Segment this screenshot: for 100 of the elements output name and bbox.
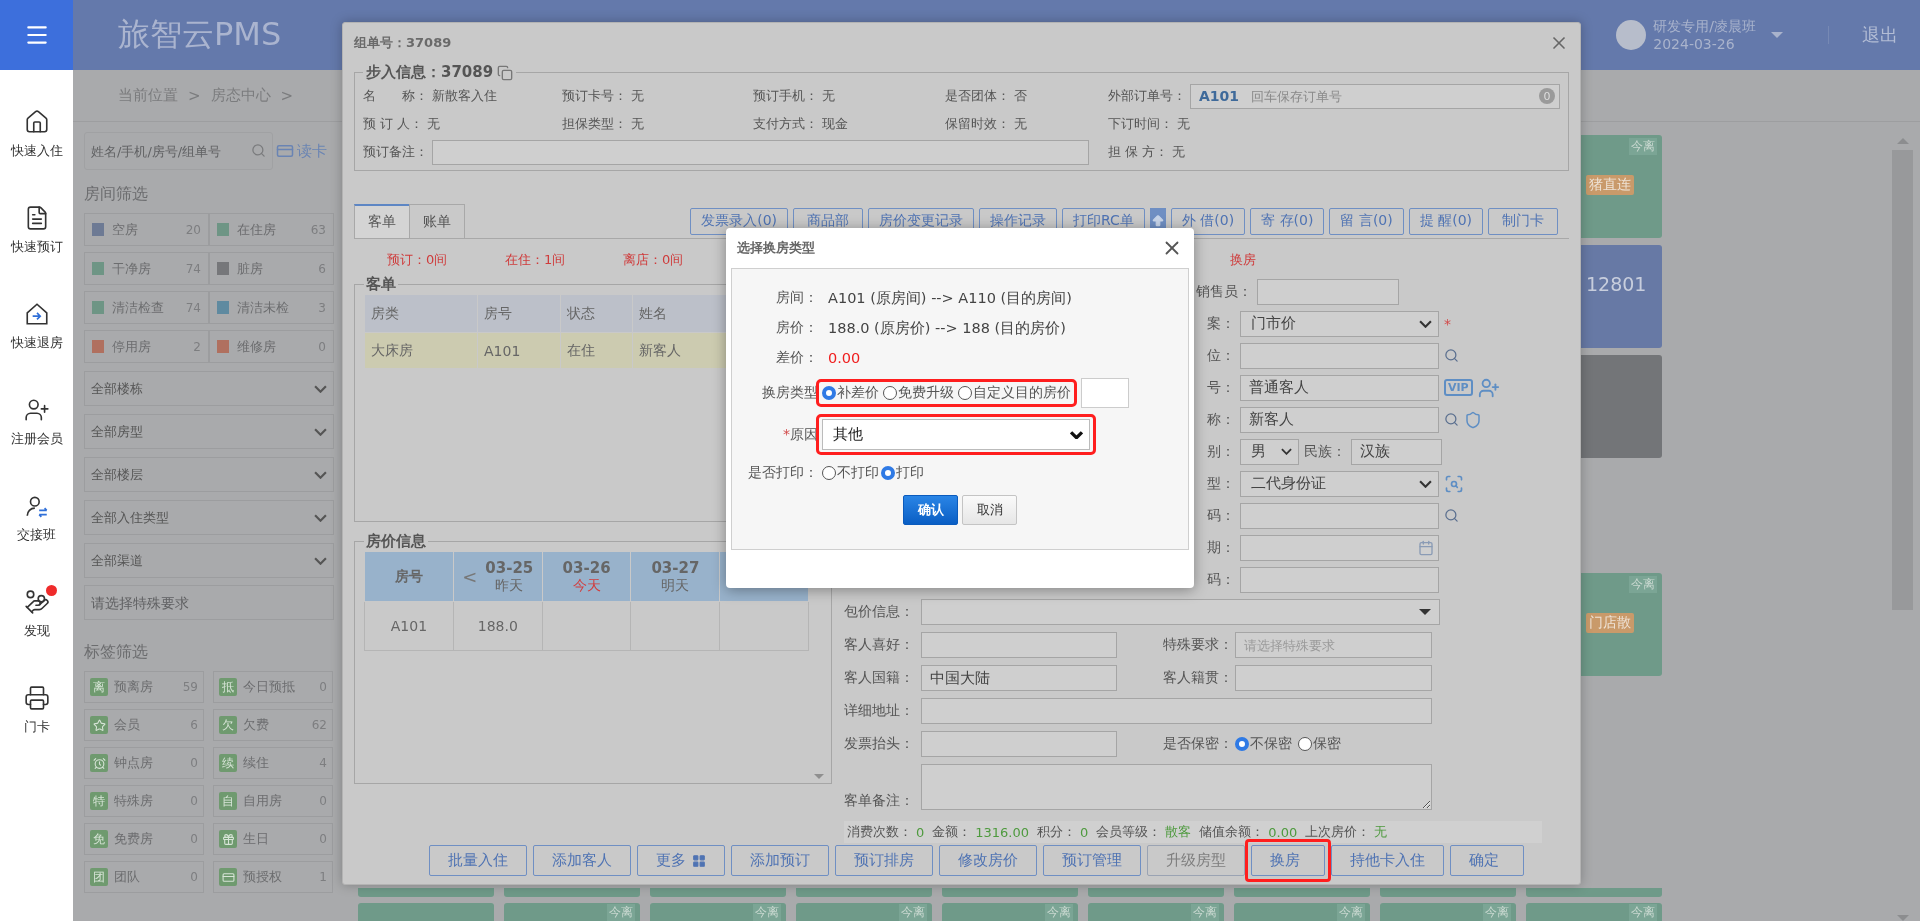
nav-item[interactable]: 快速退房 [0,278,73,374]
action-button[interactable]: 更多 [637,845,725,876]
scroll-down-icon[interactable] [814,774,824,779]
table-cell[interactable]: 大床房 [364,332,478,369]
action-button[interactable]: 批量入住 [429,845,527,876]
tab[interactable]: 客单 [354,204,410,238]
nav-item[interactable]: 注册会员 [0,374,73,470]
read-card-link[interactable]: 读卡 [276,141,327,161]
toolbar-button[interactable]: 留 言(0) [1329,207,1404,235]
search-icon[interactable] [1444,508,1459,523]
nav-item[interactable]: 交接班 [0,470,73,566]
input-field[interactable] [921,632,1117,658]
room-card[interactable]: 今离 [1380,903,1516,921]
date-field[interactable] [1240,534,1439,561]
tag-badge: 免 [90,830,108,848]
room-card[interactable]: 今离 [1088,903,1224,921]
input-field[interactable] [1257,278,1399,305]
dropdown[interactable] [921,599,1440,625]
reason-dropdown[interactable]: 其他 [822,419,1090,450]
action-button[interactable]: 添加预订 [731,845,829,876]
action-button[interactable]: 确定 [1450,845,1524,876]
nav-item[interactable]: 门卡 [0,662,73,758]
caret-icon[interactable] [1771,32,1783,38]
action-button[interactable]: 持他卡入住 [1331,845,1444,876]
dropdown[interactable]: 男 [1240,438,1299,465]
action-button[interactable]: 修改房价 [939,845,1037,876]
remark-field[interactable] [432,139,1089,165]
radio-button[interactable] [881,466,895,480]
radio-option[interactable]: 免费升级 [883,384,954,402]
menu-button[interactable] [0,0,73,70]
radio-option[interactable]: 补差价 [822,384,879,402]
summary-value: 0.00 [1268,824,1298,840]
input-field[interactable] [921,731,1117,757]
room-card[interactable]: 今离 [504,903,640,921]
search-field[interactable]: 姓名/手机/房号/组单号 [84,132,273,170]
dropdown[interactable]: 门市价 [1240,310,1439,337]
room-card[interactable]: 今离 [650,903,786,921]
radio-button[interactable] [1298,737,1312,751]
filter-dropdown[interactable]: 全部楼层 [84,457,334,492]
radio-option[interactable]: 不打印 [822,464,879,482]
order-number-input[interactable]: 回车保存订单号 [1249,85,1529,107]
radio-button[interactable] [822,466,836,480]
action-button[interactable]: 预订管理 [1043,845,1141,876]
nav-item[interactable]: 快速入住 [0,86,73,182]
filter-dropdown[interactable]: 全部楼栋 [84,371,334,406]
input-field[interactable]: 汉族 [1351,438,1442,465]
copy-icon[interactable] [497,64,514,81]
input-field[interactable]: 普通客人 [1240,374,1439,401]
id-scan-icon[interactable] [1444,473,1464,494]
action-button[interactable]: 换房 [1251,845,1325,876]
nav-item[interactable]: 发现 [0,566,73,662]
filter-dropdown[interactable]: 全部房型 [84,414,334,449]
input-field[interactable] [1240,502,1439,529]
table-cell[interactable]: 在住 [560,332,633,369]
input-field[interactable] [1235,665,1432,691]
nav-item[interactable]: 快速预订 [0,182,73,278]
toolbar-button[interactable]: 制门卡 [1488,207,1558,235]
radio-button[interactable] [958,386,972,400]
order-number-field[interactable]: A101 回车保存订单号 0 [1190,83,1560,109]
toolbar-button[interactable]: 外 借(0) [1170,207,1246,235]
toolbar-button[interactable]: 提 醒(0) [1408,207,1483,235]
radio-option[interactable]: 保密 [1298,735,1341,753]
room-card[interactable]: 今离 [796,903,932,921]
search-icon[interactable] [1444,412,1459,427]
radio-button[interactable] [1235,737,1249,751]
action-button[interactable]: 添加客人 [533,845,631,876]
previous-arrow[interactable]: < [462,566,478,587]
room-card[interactable]: 今离 [1526,903,1662,921]
input-field[interactable] [1240,566,1439,593]
filter-dropdown[interactable]: 全部渠道 [84,543,334,578]
confirm-button[interactable]: 确认 [903,495,958,525]
shield-icon[interactable] [1464,410,1482,429]
radio-option[interactable]: 不保密 [1235,735,1292,753]
filter-dropdown[interactable]: 全部入住类型 [84,500,334,535]
input-field[interactable]: 中国大陆 [921,665,1117,691]
toolbar-button[interactable]: 寄 存(0) [1250,207,1325,235]
action-button[interactable]: 预订排房 [835,845,933,876]
cancel-button[interactable]: 取消 [962,495,1017,525]
input-field[interactable] [921,698,1432,724]
scroll-down-icon[interactable] [1896,915,1909,921]
radio-option[interactable]: 打印 [881,464,924,482]
room-card[interactable]: 今离 [1234,903,1370,921]
vip-badge[interactable]: VIP [1444,379,1473,396]
user-plus-icon[interactable] [1477,376,1500,399]
radio-button[interactable] [822,386,836,400]
radio-button[interactable] [883,386,897,400]
input-field[interactable]: 新客人 [1240,406,1439,433]
logout-link[interactable]: 退出 [1862,23,1898,47]
tab[interactable]: 账单 [409,204,465,238]
table-cell[interactable]: A101 [477,332,561,369]
special-request-field[interactable]: 请选择特殊要求 [84,585,334,620]
remark-textarea[interactable] [921,764,1432,810]
room-card[interactable]: 今离 [942,903,1078,921]
search-icon[interactable] [1444,348,1459,363]
dropdown[interactable]: 二代身份证 [1240,470,1439,497]
scroll-up-icon[interactable] [1896,138,1909,144]
radio-option[interactable]: 自定义目的房价 [958,384,1071,402]
price-input[interactable] [1081,378,1129,408]
input-field[interactable] [1240,342,1439,369]
scrollbar[interactable] [1892,138,1913,921]
